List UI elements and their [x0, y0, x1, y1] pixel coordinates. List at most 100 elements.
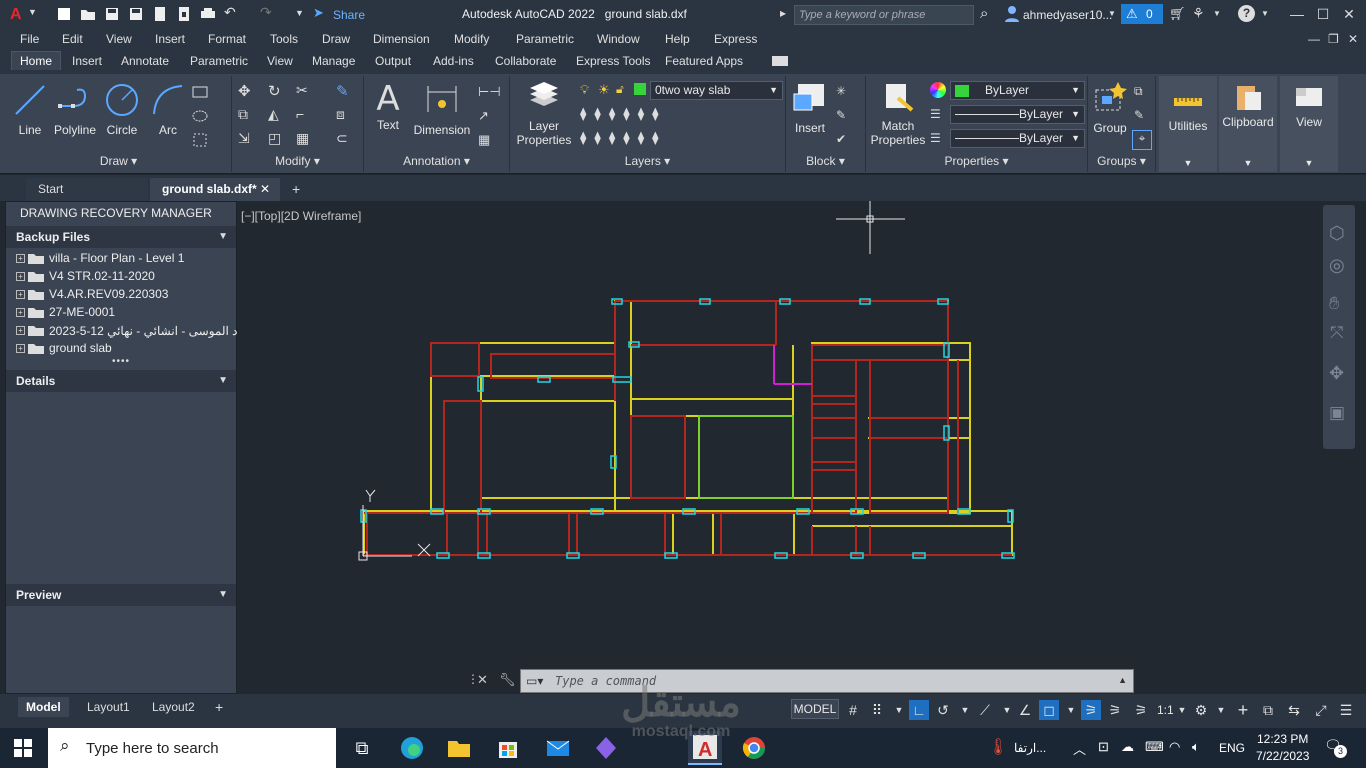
user-name[interactable]: ahmedyaser10...	[1023, 8, 1112, 22]
annotation-visibility-icon[interactable]: ⚞	[1081, 700, 1101, 720]
keyboard-icon[interactable]: ⌨	[1145, 739, 1164, 755]
arc-button[interactable]: Arc	[150, 82, 186, 137]
alerts-button[interactable]: ⚠ 0	[1121, 4, 1163, 24]
isodraft-menu-icon[interactable]: ▼	[997, 700, 1017, 720]
preview-header[interactable]: Preview ▼	[6, 584, 236, 606]
expand-icon[interactable]: +	[16, 308, 25, 318]
tab-layout2[interactable]: Layout2	[144, 697, 203, 717]
share-button[interactable]: Share	[333, 8, 365, 22]
mirror-icon[interactable]: ◭	[268, 106, 284, 122]
search-box[interactable]	[794, 5, 974, 25]
model-space-toggle[interactable]: MODEL	[791, 699, 839, 719]
mail-icon[interactable]	[544, 734, 572, 762]
fillet-icon[interactable]: ⌐	[296, 106, 312, 122]
menu-parametric[interactable]: Parametric	[516, 32, 574, 46]
windows-start-icon[interactable]	[14, 739, 32, 760]
ortho-icon[interactable]: ∟	[909, 700, 929, 720]
edit-attributes-icon[interactable]: ✔	[836, 132, 852, 148]
weather-text[interactable]: ارتفا...	[1014, 741, 1046, 755]
weather-icon[interactable]: 🌡︎	[988, 737, 1008, 757]
command-input-box[interactable]: ▭▾ ▲	[520, 669, 1134, 693]
save-as-icon[interactable]	[128, 6, 144, 22]
tree-item[interactable]: + د الموسى - انشائي - نهائي 12-5-2023	[16, 321, 238, 339]
menu-modify[interactable]: Modify	[454, 32, 489, 46]
tab-layout1[interactable]: Layout1	[79, 697, 138, 717]
copy-icon[interactable]: ⧉	[238, 106, 254, 122]
table-icon[interactable]: ▦	[478, 132, 494, 148]
backup-files-header[interactable]: Backup Files ▼	[6, 226, 236, 248]
rectangle-icon[interactable]	[192, 84, 208, 100]
workspace-menu-icon[interactable]: ▼	[1211, 700, 1231, 720]
text-button[interactable]: A Text	[370, 80, 406, 132]
move-icon[interactable]: ✥	[238, 82, 254, 100]
help-arrow-icon[interactable]: ▼	[1261, 9, 1269, 18]
cmd-prompt-icon[interactable]: ▭▾	[526, 674, 543, 688]
command-input[interactable]	[521, 670, 1133, 692]
close-button[interactable]: ✕	[1338, 4, 1360, 24]
search-expand-icon[interactable]: ▸	[780, 6, 786, 20]
quick-properties-icon[interactable]: ⇆	[1284, 700, 1304, 720]
file-explorer-icon[interactable]	[445, 734, 473, 762]
polar-menu-icon[interactable]: ▼	[955, 700, 975, 720]
showmotion-icon[interactable]: ▣	[1329, 403, 1345, 423]
circle-button[interactable]: Circle	[102, 82, 142, 137]
ribbon-toggle-icon[interactable]	[772, 56, 788, 66]
menu-help[interactable]: Help	[665, 32, 690, 46]
redo-icon[interactable]: ↷	[260, 4, 276, 20]
save-web-icon[interactable]	[176, 6, 192, 22]
edge-icon[interactable]	[398, 734, 426, 762]
tab-view[interactable]: View	[267, 54, 293, 68]
object-track-icon[interactable]: ∠	[1015, 700, 1035, 720]
layer-thaw-icon[interactable]: ☀	[598, 82, 610, 98]
menu-edit[interactable]: Edit	[62, 32, 83, 46]
color-dropdown[interactable]: ByLayer ▼	[950, 81, 1085, 100]
tree-item[interactable]: + villa - Floor Plan - Level 1	[16, 249, 184, 267]
tab-annotate[interactable]: Annotate	[121, 54, 169, 68]
expand-icon[interactable]: +	[16, 254, 25, 264]
orbit-icon[interactable]: ✥	[1329, 363, 1344, 384]
tree-item[interactable]: +27-ME-0001	[16, 303, 115, 321]
hatch-icon[interactable]	[192, 108, 208, 124]
panel-title-draw[interactable]: Draw ▾	[6, 154, 231, 168]
tab-addins[interactable]: Add-ins	[433, 54, 474, 68]
open-web-icon[interactable]	[152, 6, 168, 22]
offset-icon[interactable]: ⊂	[336, 130, 352, 146]
help-icon[interactable]: ?	[1238, 5, 1255, 22]
view-panel-button[interactable]: View ▼	[1280, 76, 1338, 172]
wifi-icon[interactable]: ◠	[1169, 739, 1180, 755]
autodesk-app-icon[interactable]: ⚘	[1192, 5, 1205, 22]
expand-icon[interactable]: +	[16, 272, 25, 282]
line-button[interactable]: Line	[10, 82, 50, 137]
details-header[interactable]: Details ▼	[6, 370, 236, 392]
tab-featured-apps[interactable]: Featured Apps	[665, 54, 743, 68]
customize-status-icon[interactable]: ☰	[1336, 700, 1356, 720]
menu-view[interactable]: View	[106, 32, 132, 46]
splitter-grip-icon[interactable]: ••••	[112, 356, 130, 367]
color-wheel-icon[interactable]	[930, 82, 946, 98]
panel-title-groups[interactable]: Groups ▾	[1088, 154, 1155, 168]
linear-dim-icon[interactable]: ⊢⊣	[478, 84, 501, 100]
layer-dropdown[interactable]: 0two way slab ▼	[650, 81, 783, 100]
autocad-logo-icon[interactable]: A	[10, 5, 26, 23]
cmd-close-icon[interactable]: ✕	[477, 672, 488, 688]
undo-icon[interactable]: ↶	[224, 4, 240, 20]
layer-tools-row-2[interactable]: ⧫⧫⧫⧫⧫⧫	[580, 130, 776, 148]
tree-item[interactable]: + ground slab	[16, 339, 112, 357]
steering-wheel-icon[interactable]: ◎	[1329, 255, 1345, 276]
drawing-canvas[interactable]: [−][Top][2D Wireframe] ⬡ ◎ ✋︎ ⤧ ✥ ▣	[238, 201, 1366, 694]
tab-express-tools[interactable]: Express Tools	[576, 54, 650, 68]
snap-menu-icon[interactable]: ▼	[889, 700, 909, 720]
volume-icon[interactable]: 🔈︎	[1192, 739, 1200, 755]
panel-title-layers[interactable]: Layers ▾	[510, 154, 785, 168]
lineweight-dropdown[interactable]: ByLayer ▼	[950, 105, 1085, 124]
group-button[interactable]: Group	[1090, 80, 1130, 135]
tree-item[interactable]: + V4.AR.REV09.220303	[16, 285, 168, 303]
user-icon[interactable]	[1004, 5, 1020, 26]
menu-window[interactable]: Window	[597, 32, 640, 46]
workspace-gear-icon[interactable]: ⚙	[1191, 700, 1211, 720]
explode-icon[interactable]: ⧈	[336, 106, 352, 122]
language-indicator[interactable]: ENG	[1219, 741, 1245, 755]
boundary-icon[interactable]	[192, 132, 208, 148]
insert-block-button[interactable]: Insert	[790, 80, 830, 135]
leader-icon[interactable]: ↗	[478, 108, 494, 124]
